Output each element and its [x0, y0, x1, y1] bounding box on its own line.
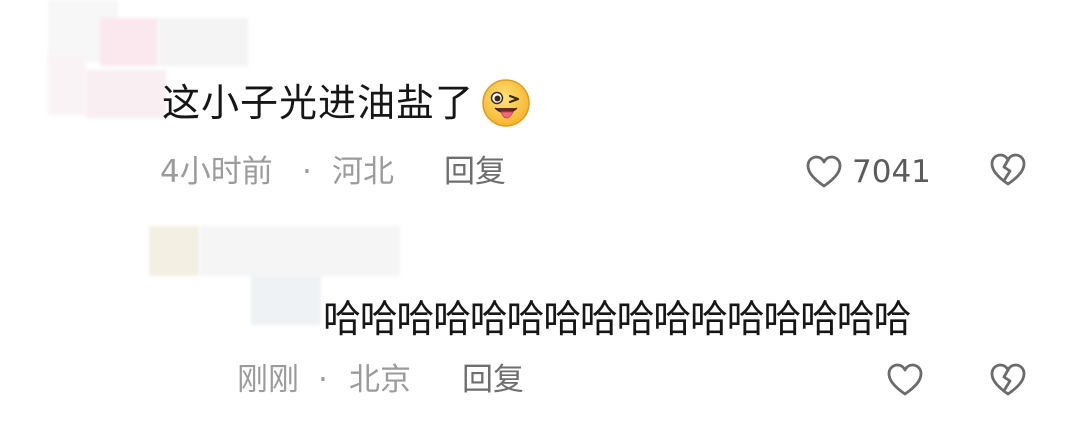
heart-outline-icon — [886, 362, 924, 398]
meta-separator: · — [318, 362, 328, 398]
dislike-button[interactable] — [989, 152, 1027, 190]
reply-avatar[interactable] — [245, 267, 335, 327]
like-button[interactable]: 7041 — [805, 152, 931, 192]
reply-comment-item: 哈哈哈哈哈哈哈哈哈哈哈哈哈哈哈哈 刚刚 · 北京 回复 — [0, 212, 1080, 424]
meta-separator: · — [302, 154, 312, 190]
like-count: 7041 — [852, 154, 931, 190]
comment-location: 河北 — [332, 154, 394, 190]
broken-heart-icon — [989, 152, 1027, 188]
dislike-button[interactable] — [989, 362, 1027, 400]
heart-outline-icon — [805, 154, 843, 190]
like-button[interactable] — [886, 362, 924, 400]
comment-time: 4小时前 — [160, 154, 273, 190]
winking-tongue-emoji — [481, 78, 531, 128]
reply-button[interactable]: 回复 — [444, 152, 506, 192]
comment-item: 这小子光进油盐了 4小时前 · 河北 回复 7041 — [0, 0, 1080, 212]
reply-button[interactable]: 回复 — [462, 360, 524, 400]
broken-heart-icon — [989, 362, 1027, 398]
reply-location: 北京 — [349, 362, 411, 398]
comment-text: 这小子光进油盐了 — [162, 81, 475, 125]
reply-text: 哈哈哈哈哈哈哈哈哈哈哈哈哈哈哈哈 — [323, 297, 912, 341]
reply-time: 刚刚 — [237, 362, 299, 398]
username[interactable] — [100, 18, 260, 78]
